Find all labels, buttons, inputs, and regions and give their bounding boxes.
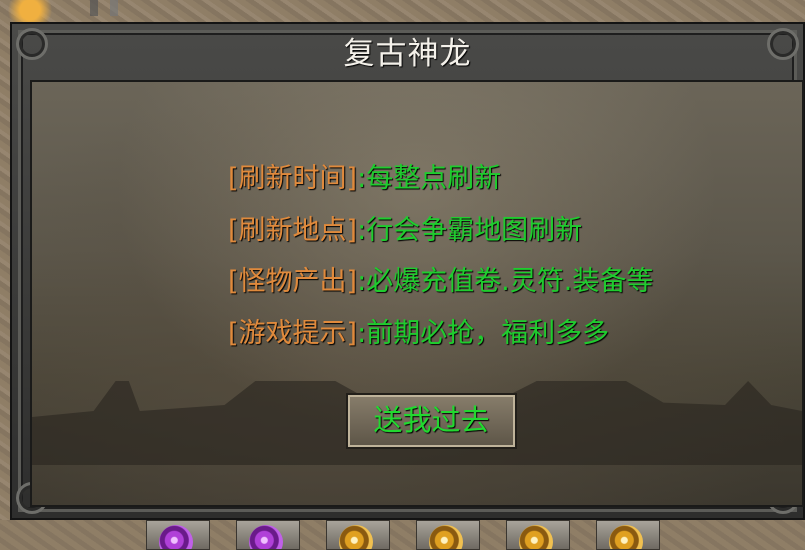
- item-slot[interactable]: [506, 520, 570, 550]
- purple-orb-icon: [249, 525, 283, 549]
- item-slot[interactable]: [236, 520, 300, 550]
- info-value: :每整点刷新: [357, 163, 502, 194]
- info-label: [刷新地点]: [228, 215, 358, 246]
- info-line-game-tip: [游戏提示]:前期必抢，福利多多: [228, 311, 609, 350]
- item-slot[interactable]: [326, 520, 390, 550]
- info-label: [怪物产出]: [228, 266, 358, 297]
- gold-orb-icon: [339, 525, 373, 549]
- info-label: [刷新时间]: [228, 163, 358, 194]
- info-label: [游戏提示]: [228, 318, 358, 349]
- info-value: :行会争霸地图刷新: [357, 215, 583, 246]
- purple-orb-icon: [159, 525, 193, 549]
- gold-orb-icon: [429, 525, 463, 549]
- gold-orb-icon: [609, 525, 643, 549]
- item-bar: [0, 520, 805, 550]
- dialog-title: 复古神龙: [343, 36, 472, 72]
- item-slot[interactable]: [416, 520, 480, 550]
- info-value: :前期必抢，福利多多: [357, 318, 610, 349]
- send-me-there-button[interactable]: 送我过去: [346, 393, 517, 449]
- info-line-refresh-time: [刷新时间]:每整点刷新: [228, 156, 501, 195]
- top-decoration: [90, 0, 190, 16]
- info-line-refresh-location: [刷新地点]:行会争霸地图刷新: [228, 208, 582, 247]
- info-line-monster-drops: [怪物产出]:必爆充值卷.灵符.装备等: [228, 259, 653, 298]
- info-value: :必爆充值卷.灵符.装备等: [357, 266, 654, 297]
- item-slot[interactable]: [146, 520, 210, 550]
- gold-orb-icon: [519, 525, 553, 549]
- item-slot[interactable]: [596, 520, 660, 550]
